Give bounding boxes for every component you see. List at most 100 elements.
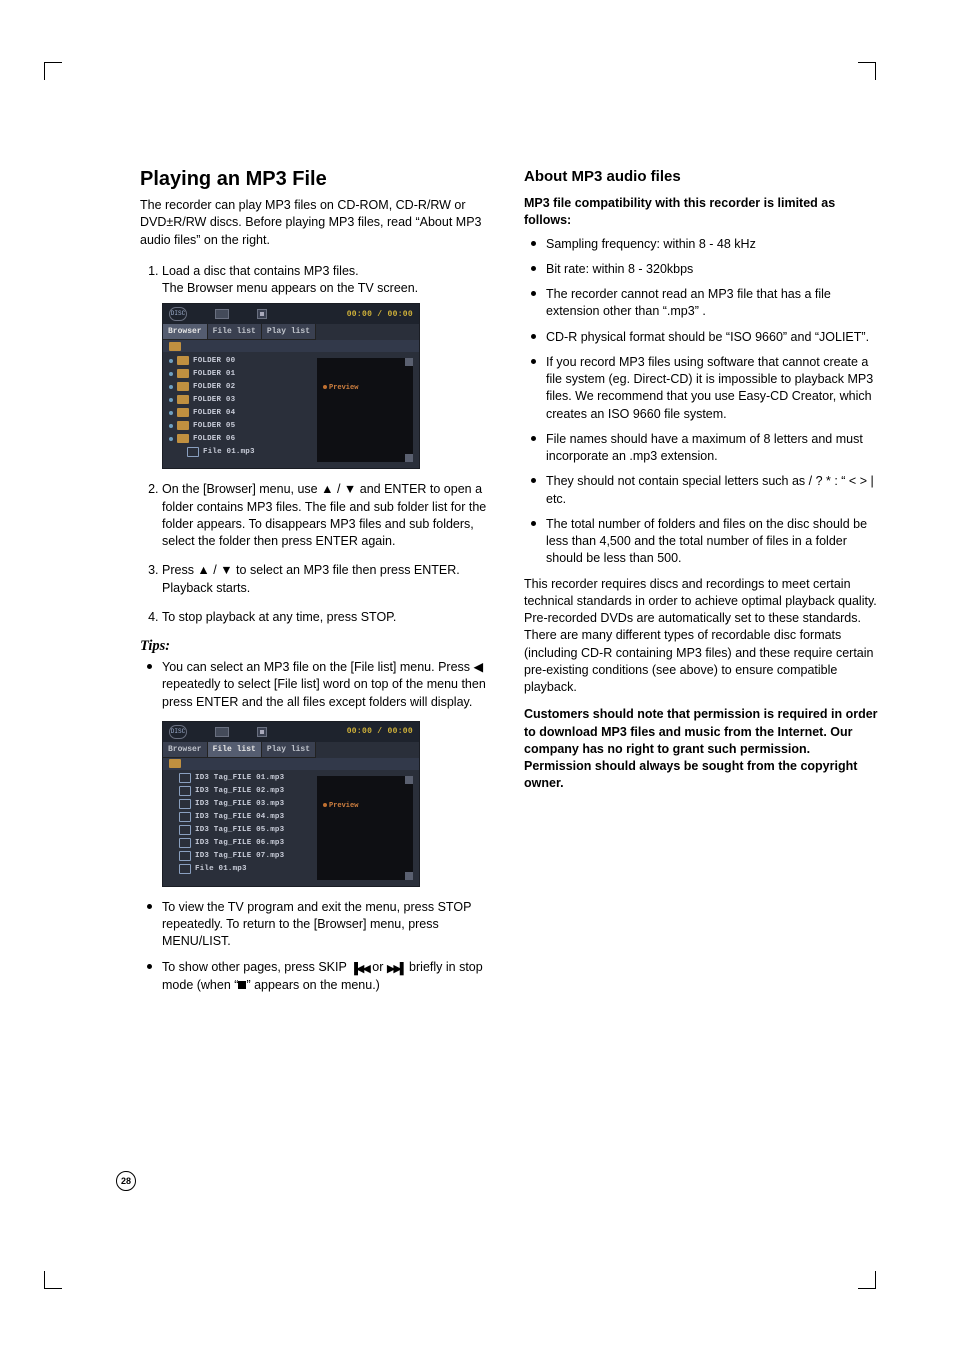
- tip-item: To show other pages, press SKIP ▐◀◀ or ▶…: [162, 959, 496, 994]
- step-4: To stop playback at any time, press STOP…: [162, 609, 496, 626]
- tab-browser: Browser: [163, 742, 208, 758]
- browser-screenshot-folders: DISC 00:00 / 00:00 Browser File list Pla…: [162, 303, 420, 469]
- file-name: ID3 Tag_FILE 01.mp3: [195, 773, 284, 783]
- step-text: Press ▲ / ▼ to select an MP3 file then p…: [162, 562, 496, 597]
- bullet-item: They should not contain special letters …: [546, 473, 880, 508]
- ss-body: ID3 Tag_FILE 01.mp3 ID3 Tag_FILE 02.mp3 …: [163, 770, 419, 886]
- tip-text: To view the TV program and exit the menu…: [162, 900, 471, 949]
- ss-tabs: Browser File list Play list: [163, 742, 419, 758]
- file-name: File 01.mp3: [203, 447, 255, 457]
- crop-mark: [858, 1271, 876, 1289]
- list-item: FOLDER 06: [169, 432, 317, 445]
- list-item: FOLDER 02: [169, 380, 317, 393]
- list-item: ID3 Tag_FILE 03.mp3: [169, 798, 317, 811]
- scroll-up-icon: [405, 358, 413, 366]
- disc-icon: DISC: [169, 307, 187, 321]
- preview-pane: Preview: [317, 776, 413, 880]
- compatibility-heading: MP3 file compatibility with this recorde…: [524, 195, 880, 230]
- tip-text: ” appears on the menu.): [246, 978, 379, 992]
- list-item: File 01.mp3: [169, 445, 317, 458]
- mp3-file-icon: [179, 864, 191, 874]
- time-counter: 00:00 / 00:00: [347, 726, 413, 737]
- bullet-item: The recorder cannot read an MP3 file tha…: [546, 286, 880, 321]
- list-item: ID3 Tag_FILE 02.mp3: [169, 785, 317, 798]
- step-text: The Browser menu appears on the TV scree…: [162, 280, 496, 297]
- preview-dot-icon: [323, 385, 327, 389]
- file-name: ID3 Tag_FILE 05.mp3: [195, 825, 284, 835]
- tip-item: You can select an MP3 file on the [File …: [162, 659, 496, 887]
- bullet-item: Bit rate: within 8 - 320kbps: [546, 261, 880, 278]
- subsection-title: About MP3 audio files: [524, 168, 880, 185]
- mp3-file-icon: [179, 825, 191, 835]
- ss-header: DISC 00:00 / 00:00: [163, 722, 419, 742]
- step-text: Load a disc that contains MP3 files.: [162, 263, 496, 280]
- bullet-item: The total number of folders and files on…: [546, 516, 880, 568]
- file-name: ID3 Tag_FILE 06.mp3: [195, 838, 284, 848]
- folder-icon: [169, 759, 181, 768]
- folder-icon: [177, 395, 189, 404]
- tip-text: or: [369, 960, 387, 974]
- bullet-item: If you record MP3 files using software t…: [546, 354, 880, 423]
- tip-text: To show other pages, press SKIP: [162, 960, 350, 974]
- ss-body: FOLDER 00 FOLDER 01 FOLDER 02 FOLDER 03 …: [163, 352, 419, 468]
- stop-icon: [257, 309, 267, 319]
- file-name: ID3 Tag_FILE 02.mp3: [195, 786, 284, 796]
- step-1: Load a disc that contains MP3 files. The…: [162, 263, 496, 470]
- mp3-file-icon: [179, 799, 191, 809]
- list-item: FOLDER 01: [169, 367, 317, 380]
- bullet-icon: [169, 437, 173, 441]
- folder-icon: [177, 408, 189, 417]
- folder-icon: [177, 382, 189, 391]
- list-item: ID3 Tag_FILE 07.mp3: [169, 850, 317, 863]
- folder-name: FOLDER 02: [193, 382, 235, 392]
- media-box-icon: [215, 309, 229, 319]
- folder-name: FOLDER 01: [193, 369, 235, 379]
- crop-mark: [44, 62, 62, 80]
- folder-name: FOLDER 05: [193, 421, 235, 431]
- ss-tabs: Browser File list Play list: [163, 324, 419, 340]
- list-item: ID3 Tag_FILE 06.mp3: [169, 837, 317, 850]
- file-name: ID3 Tag_FILE 03.mp3: [195, 799, 284, 809]
- tips-list: You can select an MP3 file on the [File …: [140, 659, 496, 994]
- skip-back-icon: ▐◀◀: [350, 962, 369, 977]
- paragraph-bold: Customers should note that permission is…: [524, 706, 880, 792]
- page-number-value: 28: [121, 1176, 131, 1186]
- scroll-up-icon: [405, 776, 413, 784]
- list-item: ID3 Tag_FILE 04.mp3: [169, 811, 317, 824]
- preview-dot-icon: [323, 803, 327, 807]
- file-name: ID3 Tag_FILE 07.mp3: [195, 851, 284, 861]
- scroll-down-icon: [405, 454, 413, 462]
- file-list: ID3 Tag_FILE 01.mp3 ID3 Tag_FILE 02.mp3 …: [163, 770, 317, 886]
- mp3-file-icon: [179, 786, 191, 796]
- mp3-file-icon: [179, 812, 191, 822]
- list-item: FOLDER 00: [169, 354, 317, 367]
- folder-icon: [177, 369, 189, 378]
- folder-name: FOLDER 00: [193, 356, 235, 366]
- ss-current-folder-bar: [163, 340, 419, 352]
- paragraph: This recorder requires discs and recordi…: [524, 576, 880, 697]
- steps-list: Load a disc that contains MP3 files. The…: [140, 263, 496, 626]
- folder-icon: [177, 434, 189, 443]
- media-box-icon: [215, 727, 229, 737]
- step-3: Press ▲ / ▼ to select an MP3 file then p…: [162, 562, 496, 597]
- folder-icon: [177, 421, 189, 430]
- mp3-file-icon: [179, 773, 191, 783]
- crop-mark: [858, 62, 876, 80]
- tab-playlist: Play list: [262, 742, 316, 758]
- folder-name: FOLDER 04: [193, 408, 235, 418]
- crop-mark: [44, 1271, 62, 1289]
- mp3-file-icon: [179, 851, 191, 861]
- disc-icon: DISC: [169, 725, 187, 739]
- tab-playlist: Play list: [262, 324, 316, 340]
- preview-pane: Preview: [317, 358, 413, 462]
- page-number: 28: [116, 1171, 136, 1191]
- browser-screenshot-filelist: DISC 00:00 / 00:00 Browser File list Pla…: [162, 721, 420, 887]
- preview-label: Preview: [323, 384, 358, 394]
- folder-icon: [177, 356, 189, 365]
- step-text: To stop playback at any time, press STOP…: [162, 609, 496, 626]
- tip-text: You can select an MP3 file on the [File …: [162, 660, 486, 709]
- compatibility-list: Sampling frequency: within 8 - 48 kHz Bi…: [524, 236, 880, 568]
- stop-icon: [257, 727, 267, 737]
- tab-filelist: File list: [208, 742, 262, 758]
- tab-browser: Browser: [163, 324, 208, 340]
